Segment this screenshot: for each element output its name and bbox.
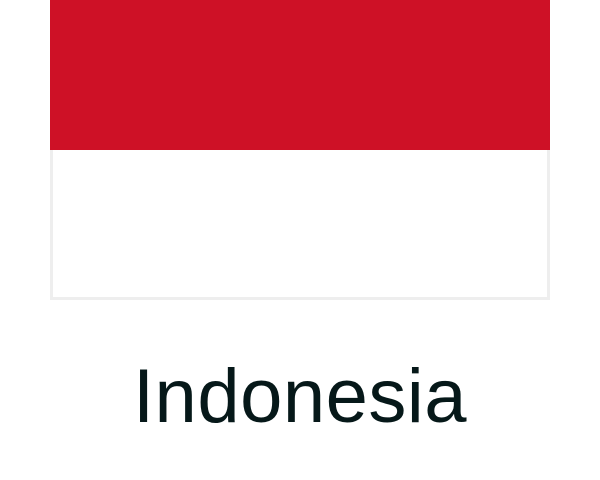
indonesia-flag <box>50 0 550 300</box>
flag-red-stripe <box>50 0 550 150</box>
flag-white-stripe <box>50 150 550 300</box>
country-name: Indonesia <box>132 354 468 439</box>
